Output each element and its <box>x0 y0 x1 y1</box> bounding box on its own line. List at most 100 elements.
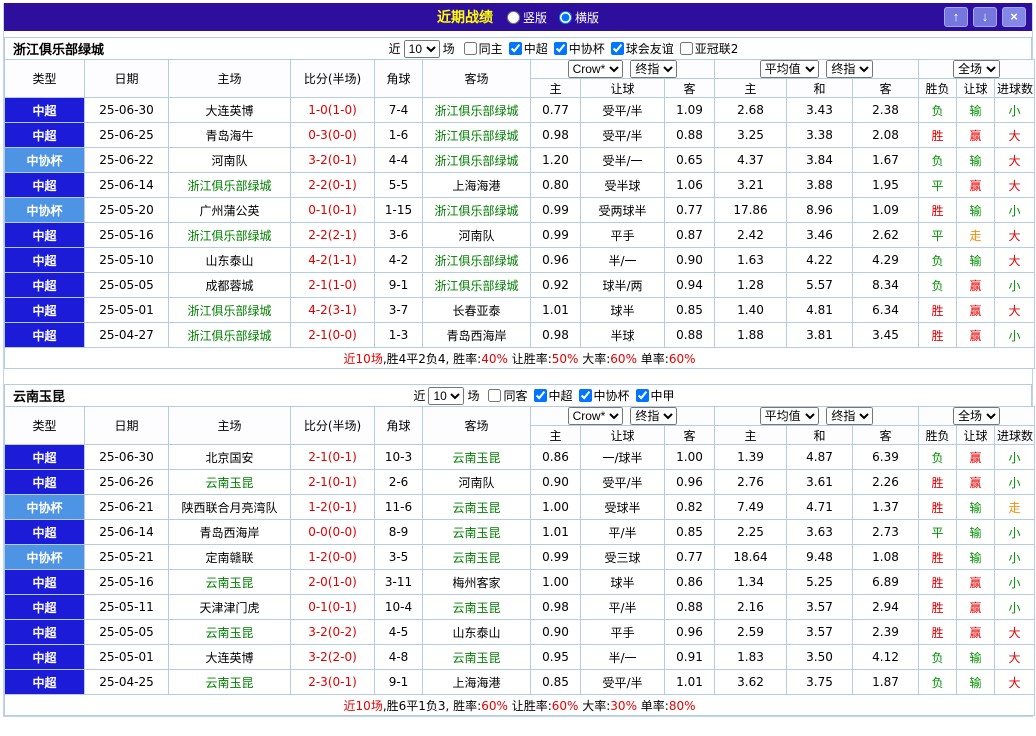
filter-checkbox-input[interactable] <box>610 41 624 55</box>
results-table: 类型 日期 主场 比分(半场) 角球 客场 Crow* 终指 平均值 终指 全场… <box>3 406 1036 716</box>
asian-away-odds: 0.77 <box>664 544 715 570</box>
summary-segment: 80% <box>668 698 696 713</box>
euro-draw-odds: 3.46 <box>786 222 853 248</box>
filter-checkbox-input[interactable] <box>578 388 592 402</box>
filter-checkbox-input[interactable] <box>533 388 547 402</box>
summary-segment: 近10场 <box>343 698 383 713</box>
filter-checkbox-input[interactable] <box>553 41 567 55</box>
scroll-down-button[interactable]: ↓ <box>973 7 997 27</box>
euro-odds-source-select[interactable]: 平均值 <box>759 60 819 78</box>
goals-result: 大 <box>994 297 1036 323</box>
column-header-euro-home: 主 <box>714 425 787 445</box>
filter-checkbox-input[interactable] <box>463 41 477 55</box>
match-date: 25-05-05 <box>84 272 169 298</box>
asian-home-odds: 0.99 <box>530 197 581 223</box>
euro-odds-time-select[interactable]: 终指 <box>826 407 874 425</box>
filter-checkbox-input[interactable] <box>488 388 502 402</box>
league-type: 中超 <box>4 519 85 545</box>
match-row: 中超 25-05-10 山东泰山 4-2(1-1) 4-2 浙江俱乐部绿城 0.96 半/一 0… <box>4 247 1036 273</box>
euro-odds-time-select[interactable]: 终指 <box>826 60 874 78</box>
euro-draw-odds: 3.61 <box>786 469 853 495</box>
euro-draw-odds: 3.84 <box>786 147 853 173</box>
score: 2-1(1-0) <box>290 272 375 298</box>
match-row: 中超 25-06-30 大连英博 1-0(1-0) 7-4 浙江俱乐部绿城 0.77 受平/半… <box>4 97 1036 123</box>
away-team: 浙江俱乐部绿城 <box>422 272 531 298</box>
filter-bar: 近 10 场 同客 中超 中协杯 中甲 <box>413 386 675 405</box>
match-row: 中超 25-06-25 青岛海牛 0-3(0-0) 1-6 浙江俱乐部绿城 0.98 受平/半… <box>4 122 1036 148</box>
title-bar-center: 近期战绩 竖版 横版 <box>4 7 1032 27</box>
column-header-euro-draw: 和 <box>786 78 853 98</box>
close-button[interactable]: × <box>1002 7 1026 27</box>
bookmaker-select[interactable]: Crow* <box>567 407 623 425</box>
column-header-away: 客场 <box>422 59 531 98</box>
layout-radio-horizontal-label: 横版 <box>575 10 600 25</box>
asian-away-odds: 0.85 <box>664 297 715 323</box>
asian-home-odds: 1.00 <box>530 494 581 520</box>
filter-checkbox[interactable]: 同客 <box>488 387 528 404</box>
layout-radio-horizontal[interactable]: 横版 <box>559 9 599 26</box>
match-date: 25-06-26 <box>84 469 169 495</box>
home-team: 大连英博 <box>168 97 291 123</box>
home-team: 天津津门虎 <box>168 594 291 620</box>
filter-checkbox-input[interactable] <box>679 41 693 55</box>
column-header-score: 比分(半场) <box>290 59 375 98</box>
asian-odds-time-select[interactable]: 终指 <box>630 407 678 425</box>
away-team: 云南玉昆 <box>422 644 531 670</box>
filter-checkbox-input[interactable] <box>635 388 649 402</box>
layout-radio-vertical-label: 竖版 <box>522 10 547 25</box>
score: 2-1(0-1) <box>290 469 375 495</box>
asian-home-odds: 0.99 <box>530 544 581 570</box>
handicap-result: 输 <box>956 644 996 670</box>
euro-home-odds: 2.59 <box>714 619 787 645</box>
asian-away-odds: 0.65 <box>664 147 715 173</box>
euro-away-odds: 2.73 <box>851 519 920 545</box>
asian-handicap: 受球半 <box>580 494 665 520</box>
corners: 4-5 <box>374 619 423 645</box>
goals-result: 小 <box>994 569 1036 595</box>
result: 胜 <box>918 197 958 223</box>
asian-odds-time-select[interactable]: 终指 <box>630 60 678 78</box>
filter-games-label: 场 <box>442 42 455 56</box>
euro-home-odds: 3.21 <box>714 172 787 198</box>
filter-checkbox[interactable]: 亚冠联2 <box>679 40 738 57</box>
filter-checkbox[interactable]: 中甲 <box>635 387 675 404</box>
filter-checkbox[interactable]: 中协杯 <box>578 387 630 404</box>
asian-home-odds: 0.86 <box>530 444 581 470</box>
filter-checkbox[interactable]: 球会友谊 <box>610 40 674 57</box>
scroll-up-button[interactable]: ↑ <box>944 7 968 27</box>
scope-select[interactable]: 全场 <box>953 407 1001 425</box>
away-team: 河南队 <box>422 469 531 495</box>
match-date: 25-05-01 <box>84 297 169 323</box>
recent-count-select[interactable]: 10 <box>403 39 440 58</box>
column-header-euro-home: 主 <box>714 78 787 98</box>
goals-result: 大 <box>994 247 1036 273</box>
layout-radio-vertical-input[interactable] <box>506 10 520 24</box>
summary-segment: 50% <box>551 351 579 366</box>
away-team: 青岛西海岸 <box>422 322 531 348</box>
scope-select[interactable]: 全场 <box>953 60 1001 78</box>
league-type: 中超 <box>4 644 85 670</box>
bookmaker-select[interactable]: Crow* <box>567 60 623 78</box>
summary-segment: 60% <box>481 698 508 713</box>
goals-result: 大 <box>994 122 1036 148</box>
filter-checkbox[interactable]: 中超 <box>508 40 548 57</box>
asian-home-odds: 0.90 <box>530 469 581 495</box>
layout-radio-vertical[interactable]: 竖版 <box>506 9 547 26</box>
layout-radio-horizontal-input[interactable] <box>559 10 572 24</box>
filter-checkbox[interactable]: 同主 <box>463 40 503 57</box>
euro-draw-odds: 3.57 <box>786 619 853 645</box>
euro-away-odds: 6.89 <box>851 569 920 595</box>
layout-radio-group: 竖版 横版 <box>506 9 599 26</box>
match-date: 25-06-21 <box>84 494 169 520</box>
filter-bar: 近 10 场 同主 中超 中协杯 球会友谊 亚冠联2 <box>389 39 738 58</box>
filter-checkbox[interactable]: 中协杯 <box>553 40 605 57</box>
asian-away-odds: 1.00 <box>664 444 715 470</box>
home-team: 浙江俱乐部绿城 <box>168 297 291 323</box>
filter-checkbox[interactable]: 中超 <box>533 387 573 404</box>
summary-segment: 单率: <box>636 351 669 366</box>
recent-count-select[interactable]: 10 <box>428 386 465 405</box>
filter-checkbox-input[interactable] <box>508 41 522 55</box>
euro-odds-source-select[interactable]: 平均值 <box>759 407 819 425</box>
euro-draw-odds: 3.88 <box>786 172 853 198</box>
goals-result: 大 <box>994 669 1036 695</box>
